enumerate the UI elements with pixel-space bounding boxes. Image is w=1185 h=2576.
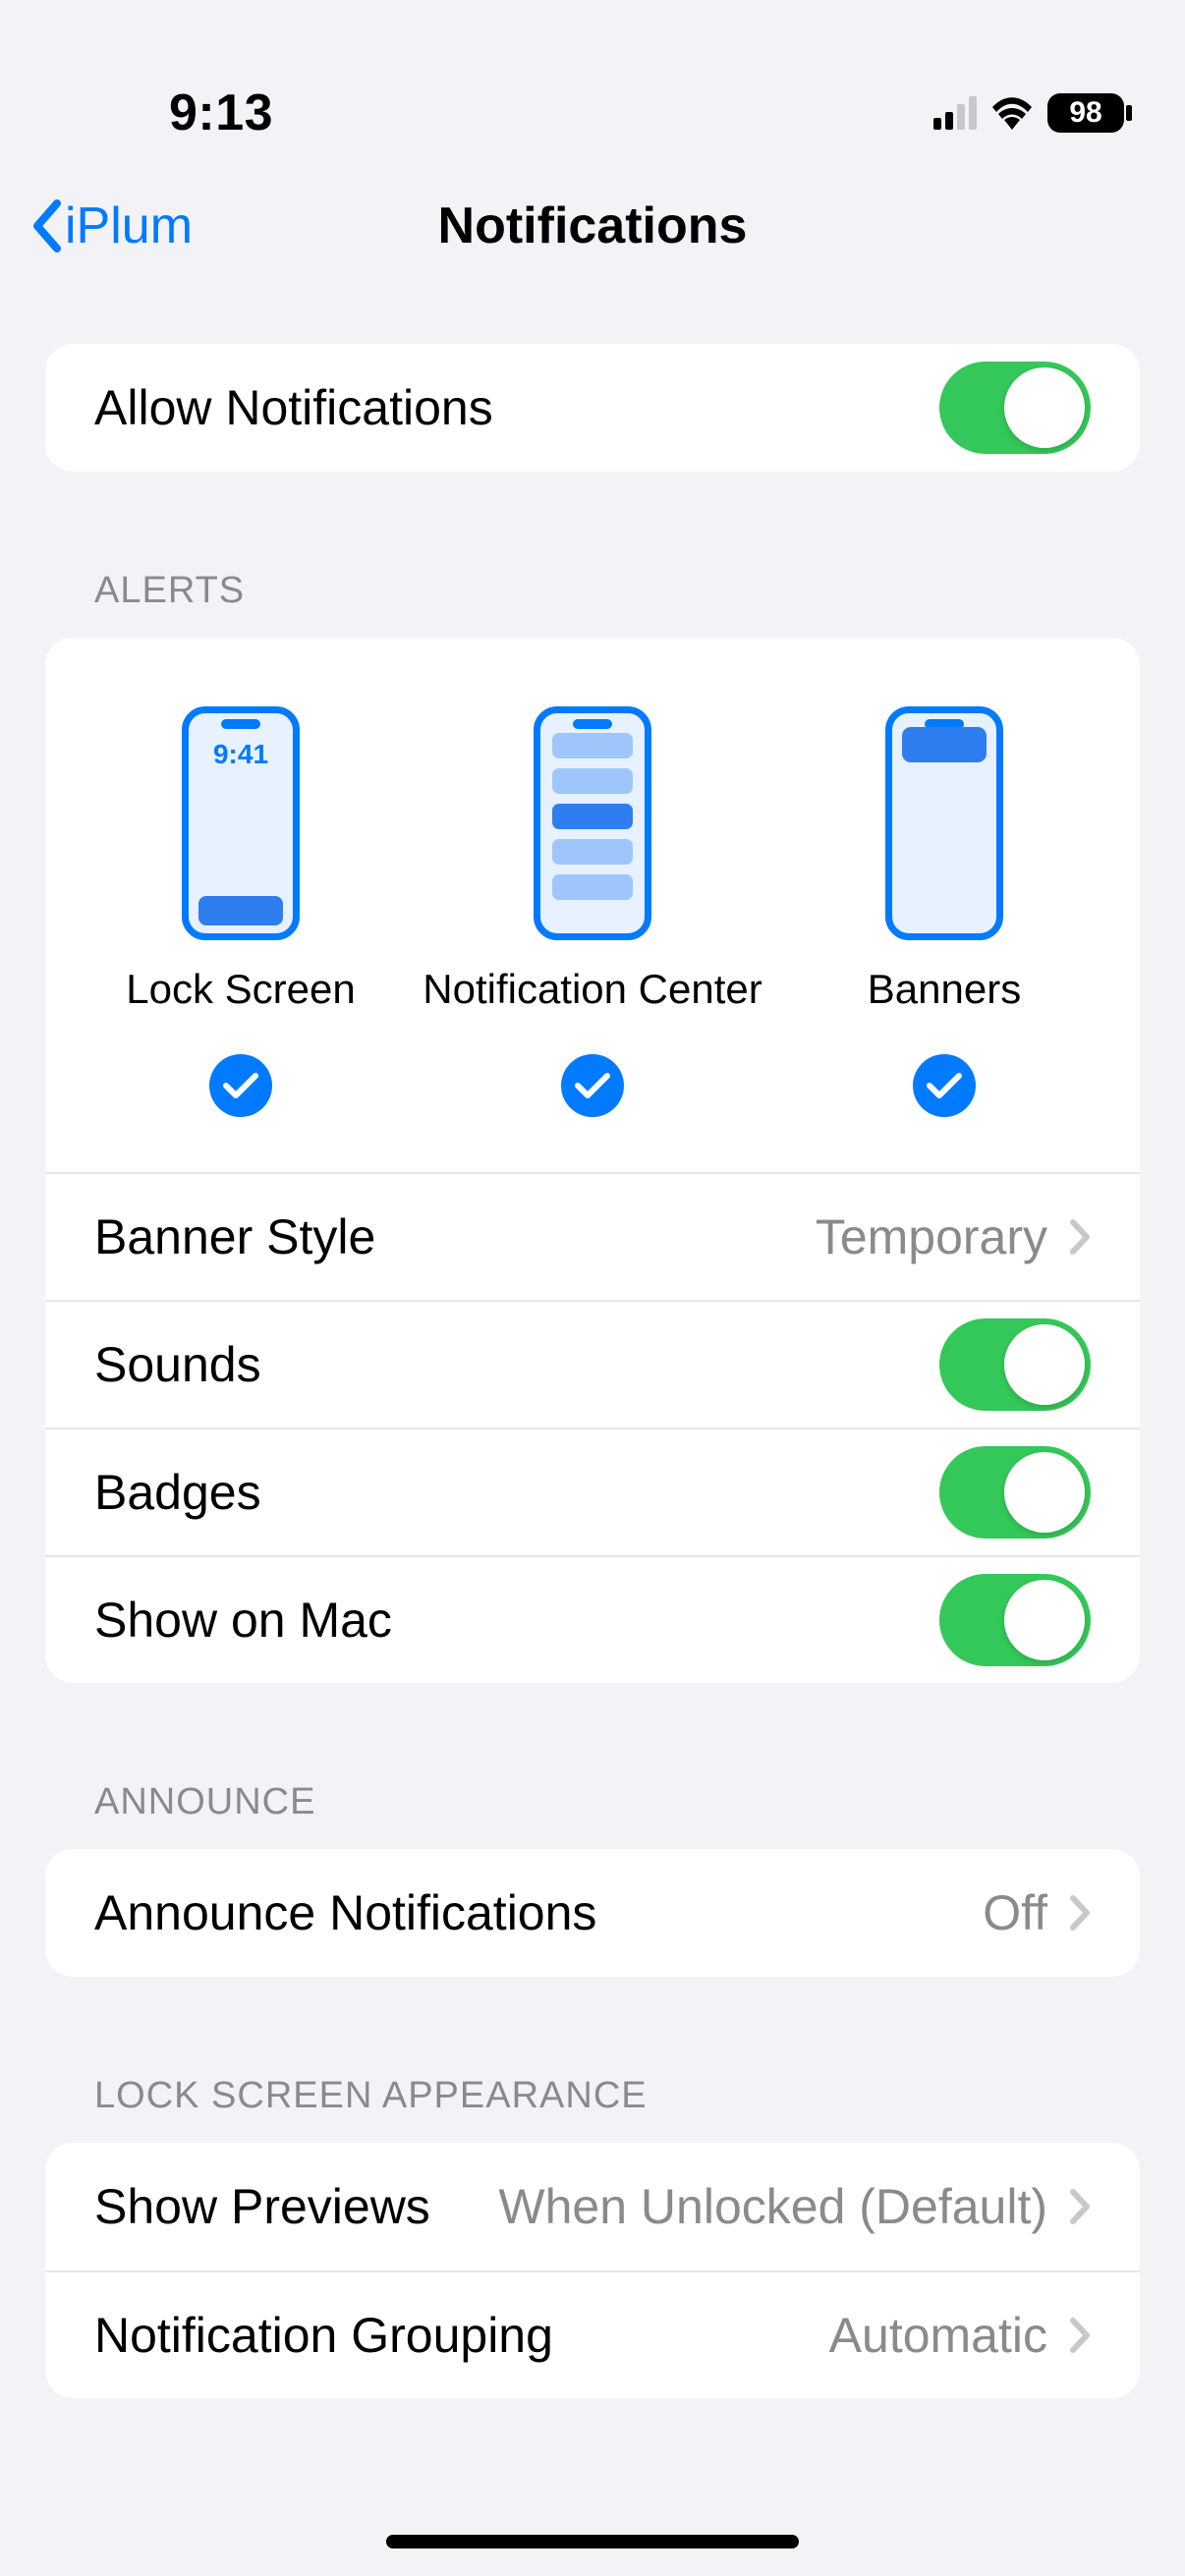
alert-option-notification-center[interactable]: Notification Center [417,706,768,1117]
lock-screen-glyph: 9:41 [182,706,300,940]
wifi-icon [990,96,1034,130]
show-on-mac-label: Show on Mac [94,1592,392,1649]
announce-notifications-value: Off [983,1884,1047,1941]
allow-notifications-group: Allow Notifications [45,344,1140,472]
badges-label: Badges [94,1464,261,1521]
lock-screen-appearance-header: LOCK SCREEN APPEARANCE [94,2075,1140,2117]
banner-style-label: Banner Style [94,1208,375,1265]
announce-header: ANNOUNCE [94,1781,1140,1823]
allow-notifications-row[interactable]: Allow Notifications [45,344,1140,472]
badges-row[interactable]: Badges [45,1428,1140,1555]
status-bar: 9:13 98 [0,0,1185,167]
chevron-right-icon [1069,1218,1091,1256]
chevron-right-icon [1069,2188,1091,2225]
banner-style-value: Temporary [816,1208,1047,1265]
alert-style-options: 9:41 Lock Screen Notification Center [45,638,1140,1172]
cellular-icon [933,96,977,130]
show-on-mac-toggle[interactable] [939,1574,1091,1666]
announce-group: Announce Notifications Off [45,1849,1140,1977]
banners-glyph [885,706,1003,940]
badges-toggle[interactable] [939,1446,1091,1539]
alert-option-label: Notification Center [423,966,762,1013]
allow-notifications-label: Allow Notifications [94,379,493,436]
alerts-group: 9:41 Lock Screen Notification Center [45,638,1140,1683]
check-icon [927,1072,962,1099]
check-icon [575,1072,610,1099]
alert-option-checkmark[interactable] [913,1054,976,1117]
alert-option-checkmark[interactable] [209,1054,272,1117]
show-previews-row[interactable]: Show Previews When Unlocked (Default) [45,2143,1140,2270]
alert-option-label: Banners [868,966,1021,1013]
notification-center-glyph [534,706,651,940]
notification-grouping-label: Notification Grouping [94,2307,553,2364]
battery-icon: 98 [1047,93,1124,133]
show-on-mac-row[interactable]: Show on Mac [45,1555,1140,1683]
announce-notifications-label: Announce Notifications [94,1884,596,1941]
show-previews-label: Show Previews [94,2178,430,2235]
announce-notifications-row[interactable]: Announce Notifications Off [45,1849,1140,1977]
chevron-left-icon [29,199,63,252]
sounds-toggle[interactable] [939,1318,1091,1411]
home-indicator[interactable] [386,2535,799,2548]
alerts-header: ALERTS [94,570,1140,612]
check-icon [223,1072,258,1099]
page-title: Notifications [438,196,748,255]
notification-grouping-row[interactable]: Notification Grouping Automatic [45,2270,1140,2398]
back-button[interactable]: iPlum [29,196,193,255]
back-label: iPlum [65,196,193,255]
banner-style-row[interactable]: Banner Style Temporary [45,1172,1140,1300]
sounds-label: Sounds [94,1336,261,1393]
notification-grouping-value: Automatic [829,2307,1047,2364]
lock-screen-glyph-time: 9:41 [213,739,268,770]
alert-option-banners[interactable]: Banners [768,706,1120,1117]
allow-notifications-toggle[interactable] [939,362,1091,454]
sounds-row[interactable]: Sounds [45,1300,1140,1428]
status-time: 9:13 [169,84,273,142]
chevron-right-icon [1069,1894,1091,1932]
alert-option-label: Lock Screen [126,966,355,1013]
status-icons: 98 [933,93,1124,133]
lock-screen-appearance-group: Show Previews When Unlocked (Default) No… [45,2143,1140,2398]
show-previews-value: When Unlocked (Default) [498,2178,1047,2235]
nav-bar: iPlum Notifications [0,167,1185,285]
alert-option-checkmark[interactable] [561,1054,624,1117]
chevron-right-icon [1069,2317,1091,2354]
alert-option-lock-screen[interactable]: 9:41 Lock Screen [65,706,417,1117]
battery-level: 98 [1069,96,1101,130]
